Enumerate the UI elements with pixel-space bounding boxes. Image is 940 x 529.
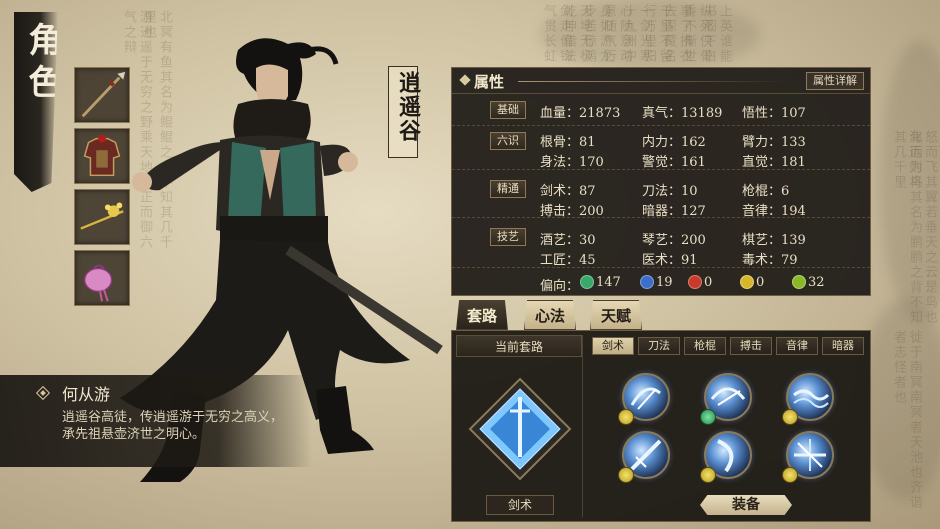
filter-blade[interactable]: 刀法 [638,337,680,355]
attr-group-tag: 精通 [490,180,526,198]
skill-filter-bar: 剑术 刀法 枪棍 搏击 音律 暗器 [592,337,866,355]
attr-value: 内力：162 [642,135,706,150]
attr-value: 警觉：161 [642,155,706,170]
orientation-gang: 0 [740,275,764,290]
skill-slot[interactable] [782,431,834,483]
attr-value: 毒术：79 [742,253,798,268]
tiao-icon [792,275,806,289]
orientation-rou: 19 [640,275,673,290]
gang-icon [740,275,754,289]
rou-icon [640,275,654,289]
skill-slot[interactable] [700,431,752,483]
page-title-banner: 角色 [14,12,58,192]
diamond-icon [35,385,51,401]
sect-label: 逍遥谷 [388,66,421,158]
filter-spear[interactable]: 枪棍 [684,337,726,355]
skill-type-mark [700,467,716,483]
attr-value: 琴艺：200 [642,233,706,248]
orientation-value: 0 [756,275,765,290]
skill-slot[interactable] [618,373,670,425]
attr-group-senses: 六识 根骨：81 内力：162 臂力：133 身法：170 警觉：161 直觉：… [452,126,870,170]
orientation-yang: 0 [688,275,712,290]
skill-type-mark [618,409,634,425]
character-description: 逍遥谷高徒，传逍遥游于无穷之高义，承先祖悬壶济世之明心。 [62,410,284,442]
page-title: 角色 [22,22,62,106]
skill-slot[interactable] [782,373,834,425]
character-name: 何从游 [62,385,111,404]
skill-type-mark [782,467,798,483]
orientation-tiao: 32 [792,275,825,290]
attr-value: 枪棍：6 [742,184,790,199]
attr-value: 搏击：200 [540,204,604,219]
attr-value: 音律：194 [742,204,806,219]
attr-value: 直觉：181 [742,155,806,170]
routines-panel: 当前套路 剑术 剑术 刀法 枪棍 搏击 音律 暗器 装备 [451,330,871,522]
attr-group-basic: 基础 血量：21873 真气：13189 悟性：107 [452,96,870,126]
attr-value: 刀法：10 [642,184,698,199]
attr-value: 剑术：87 [540,184,596,199]
tab-routines[interactable]: 套路 [456,300,509,330]
attribute-detail-button[interactable]: 属性详解 [806,72,864,90]
filter-music[interactable]: 音律 [776,337,818,355]
orientation-value: 32 [808,275,825,290]
header-divider [518,81,788,82]
attributes-panel: 属性 属性详解 基础 血量：21873 真气：13189 悟性：107 六识 根… [451,67,871,296]
attr-value: 身法：170 [540,155,604,170]
filter-sword[interactable]: 剑术 [592,337,634,355]
orientation-yin: 147 [580,275,621,290]
diamond-icon [459,74,471,86]
attr-group-arts: 技艺 酒艺：30 琴艺：200 棋艺：139 工匠：45 医术：91 毒术：79 [452,220,870,268]
orientation-value: 19 [656,275,673,290]
filter-fist[interactable]: 搏击 [730,337,772,355]
skill-slot[interactable] [618,431,670,483]
equip-button[interactable]: 装备 [700,495,792,515]
attributes-title: 属性 [474,73,505,91]
current-routine-header: 当前套路 [456,335,582,357]
current-routine-name: 剑术 [486,495,554,515]
filter-hidden-weapon[interactable]: 暗器 [822,337,864,355]
attr-value: 酒艺：30 [540,233,596,248]
attr-group-tag: 技艺 [490,228,526,246]
current-routine: 当前套路 剑术 [456,335,583,517]
tab-talents[interactable]: 天赋 [590,300,643,330]
attr-value: 医术：91 [642,253,698,268]
attr-value: 臂力：133 [742,135,806,150]
attr-value: 真气：13189 [642,106,723,121]
attributes-header: 属性 属性详解 [452,68,870,94]
character-info-panel: 何从游 逍遥谷高徒，传逍遥游于无穷之高义，承先祖悬壶济世之明心。 [0,375,312,467]
attr-value: 棋艺：139 [742,233,806,248]
yang-icon [688,275,702,289]
skill-slot[interactable] [700,373,752,425]
attr-group-tag: 六识 [490,132,526,150]
attr-value: 悟性：107 [742,106,806,121]
orientation-value: 0 [704,275,713,290]
attr-value: 暗器：127 [642,204,706,219]
tab-inner-arts[interactable]: 心法 [524,300,577,330]
attr-value: 工匠：45 [540,253,596,268]
sect-name: 逍遥谷 [395,71,421,143]
skill-type-mark [700,409,716,425]
attr-group-mastery: 精通 剑术：87 刀法：10 枪棍：6 搏击：200 暗器：127 音律：194 [452,172,870,219]
attr-group-tag: 基础 [490,101,526,119]
attr-value: 根骨：81 [540,135,596,150]
sword-emblem-icon[interactable] [468,377,572,481]
attr-value: 血量：21873 [540,106,621,121]
yin-icon [580,275,594,289]
orientation-value: 147 [596,275,621,290]
skill-type-mark [782,409,798,425]
skill-type-mark [618,467,634,483]
orientation-label: 偏向： [540,279,580,294]
